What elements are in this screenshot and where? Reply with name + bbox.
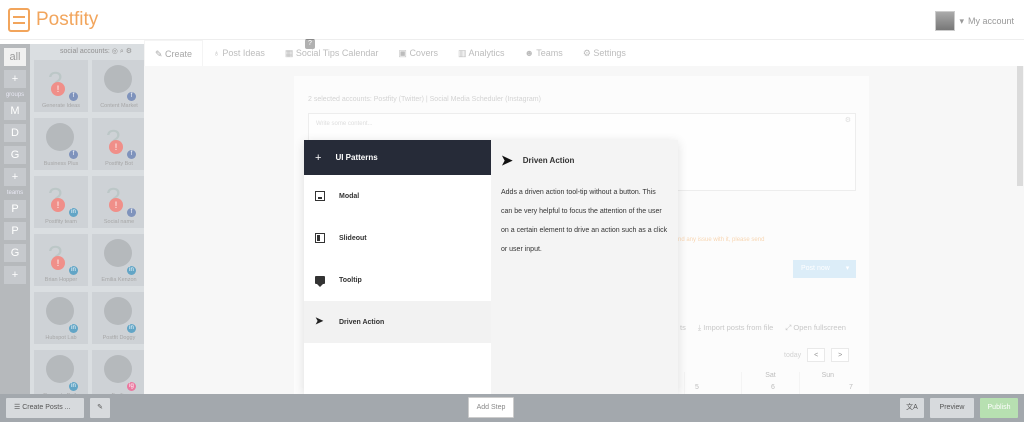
tooltip-icon [315, 276, 325, 287]
pattern-item-slideout[interactable]: Slideout [304, 217, 491, 259]
bottom-bar: ☰ Create Posts ... ✎ Add Step 文A Preview… [0, 394, 1024, 422]
modal-icon [315, 191, 325, 201]
pattern-item-driven-action[interactable]: ➤ Driven Action [304, 301, 491, 343]
pattern-item-tooltip[interactable]: Tooltip [304, 259, 491, 301]
ui-patterns-modal: + UI Patterns Modal Slideout Tooltip ➤ D… [304, 140, 678, 394]
create-posts-button[interactable]: ☰ Create Posts ... [6, 398, 84, 418]
detail-title: Driven Action [522, 156, 575, 165]
account-label: My account [967, 16, 1014, 26]
arrow-icon: ➤ [501, 152, 513, 168]
detail-header: ➤ Driven Action [501, 152, 668, 169]
ui-patterns-header[interactable]: + UI Patterns [304, 140, 491, 175]
detail-description: Adds a driven action tool-tip without a … [501, 189, 668, 253]
publish-button[interactable]: Publish [980, 398, 1018, 418]
pattern-item-modal[interactable]: Modal [304, 175, 491, 217]
edit-button[interactable]: ✎ [90, 398, 110, 418]
pattern-detail: ➤ Driven Action Adds a driven action too… [491, 140, 678, 394]
translate-button[interactable]: 文A [900, 398, 924, 418]
plus-icon: + [315, 151, 322, 164]
caret-down-icon: ▾ [959, 15, 964, 26]
translate-icon: 文A [906, 404, 918, 411]
pencil-icon: ✎ [97, 404, 103, 411]
ui-patterns-menu: + UI Patterns Modal Slideout Tooltip ➤ D… [304, 140, 491, 394]
top-bar: Postfity ▾ My account [0, 0, 1024, 40]
preview-button[interactable]: Preview [930, 398, 974, 418]
account-menu[interactable]: ▾ My account [935, 11, 1014, 31]
postfity-logo[interactable]: Postfity [8, 8, 98, 32]
arrow-icon: ➤ [315, 316, 324, 327]
list-icon: ☰ [14, 404, 21, 411]
slideout-icon [315, 233, 325, 243]
ui-patterns-title: UI Patterns [335, 153, 378, 162]
avatar [935, 11, 956, 31]
logo-text: Postfity [36, 9, 99, 30]
add-step-button[interactable]: Add Step [468, 397, 514, 418]
postfity-logo-icon [8, 8, 30, 32]
